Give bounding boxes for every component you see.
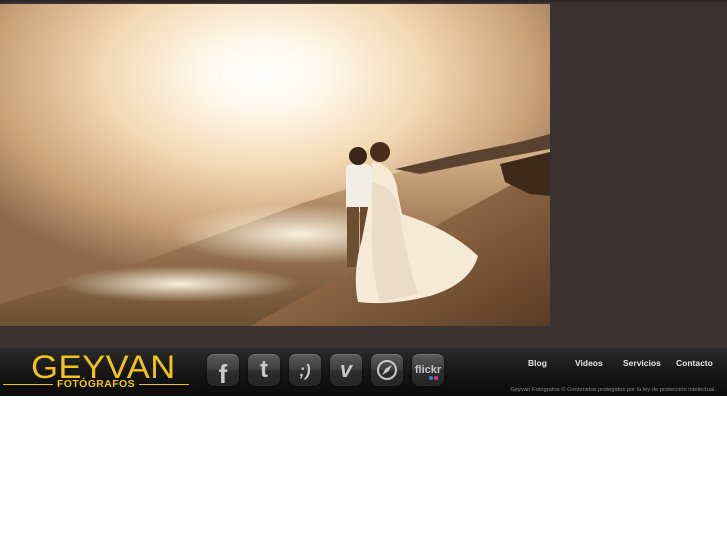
vimeo-icon: v [339, 357, 353, 382]
nav-servicios[interactable]: Servicios [623, 358, 661, 368]
twitter-button[interactable]: t [248, 354, 280, 386]
brand-subtitle: FOTÓGRAFOS [56, 378, 136, 390]
hero-photo [0, 4, 550, 326]
brand-subtitle-row: FOTÓGRAFOS [3, 378, 189, 390]
footer-bar: GEYVAN FOTÓGRAFOS f t ;) v flickr Blog V… [0, 348, 727, 396]
twitter-icon: t [260, 356, 268, 383]
nav-blog[interactable]: Blog [528, 358, 547, 368]
facebook-button[interactable]: f [207, 354, 239, 389]
logo-divider-right [139, 383, 189, 385]
logo-divider-left [3, 383, 53, 385]
tuenti-button[interactable]: ;) [289, 354, 321, 386]
nav-contacto[interactable]: Contacto [676, 358, 713, 368]
header-area [0, 0, 727, 348]
compass-icon [377, 360, 397, 380]
vimeo-button[interactable]: v [330, 354, 362, 386]
copyright-text: Geyvan Fotógrafos © Contenidos protegido… [510, 387, 716, 393]
flickr-icon: flickr [414, 363, 442, 376]
brand-logo[interactable]: GEYVAN FOTÓGRAFOS [3, 350, 189, 392]
nav-videos[interactable]: Videos [575, 358, 603, 368]
facebook-icon: f [218, 359, 228, 389]
tuenti-icon: ;) [299, 360, 311, 380]
wedding-photo-image [0, 4, 550, 326]
flickr-button[interactable]: flickr [412, 354, 444, 386]
flickr-dots [429, 376, 438, 380]
social-links: f t ;) v flickr [207, 354, 444, 389]
compass-button[interactable] [371, 354, 403, 386]
main-nav: Blog Videos Servicios Contacto [510, 358, 727, 372]
